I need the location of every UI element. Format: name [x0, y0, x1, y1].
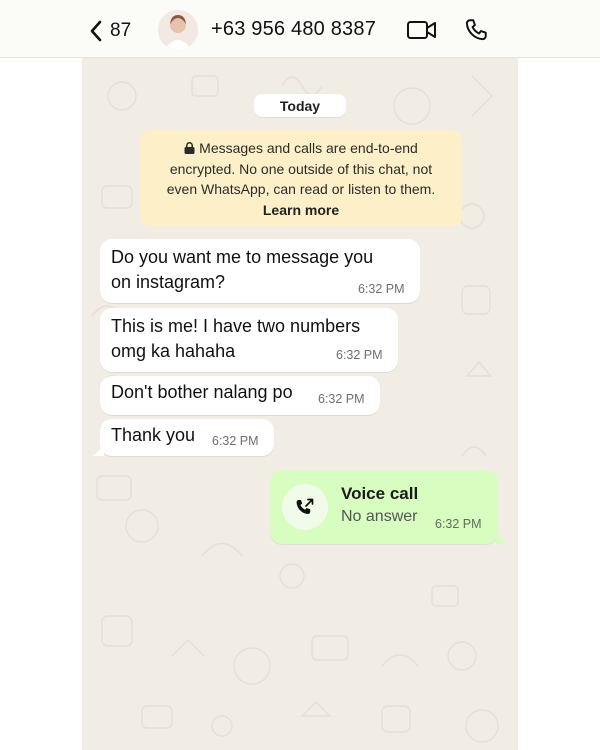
video-call-icon	[407, 21, 436, 39]
chat-header: 87 +63 956 480 8387	[0, 0, 600, 58]
call-time: 6:32 PM	[435, 517, 482, 531]
message-time: 6:32 PM	[336, 348, 383, 362]
chevron-left-icon	[90, 20, 102, 42]
bubble-tail	[92, 442, 104, 456]
learn-more-link[interactable]: Learn more	[152, 200, 450, 221]
call-status: No answer	[341, 508, 418, 525]
message-time: 6:32 PM	[212, 434, 259, 448]
message-text: Don't bother nalang po	[111, 382, 293, 402]
message-bubble[interactable]: Don't bother nalang po 6:32 PM	[100, 376, 380, 415]
contact-name[interactable]: +63 956 480 8387	[211, 18, 376, 41]
avatar-image	[158, 10, 198, 50]
message-bubble[interactable]: Do you want me to message you on instagr…	[100, 239, 420, 303]
bubble-tail	[496, 530, 508, 544]
call-icon-circle	[282, 484, 328, 530]
message-text: on instagram?	[111, 272, 226, 292]
voice-call-button[interactable]	[460, 16, 492, 44]
back-button[interactable]: 87	[88, 14, 131, 48]
message-time: 6:32 PM	[358, 282, 405, 296]
message-bubble[interactable]: Thank you 6:32 PM	[100, 419, 274, 456]
unread-count: 87	[110, 20, 132, 41]
lock-icon	[184, 142, 195, 154]
video-call-button[interactable]	[406, 16, 438, 44]
date-separator: Today	[254, 94, 346, 117]
encryption-notice[interactable]: Messages and calls are end-to-end encryp…	[140, 130, 462, 226]
encryption-line: encrypted. No one outside of this chat, …	[169, 160, 433, 177]
encryption-line: Messages and calls are end-to-end	[199, 140, 418, 156]
message-text: Do you want me to message you	[111, 247, 374, 267]
message-text: This is me! I have two numbers	[111, 316, 361, 336]
call-title: Voice call	[341, 484, 419, 503]
avatar[interactable]	[158, 10, 198, 50]
voice-call-bubble[interactable]: Voice call No answer 6:32 PM	[270, 470, 498, 544]
message-bubble[interactable]: This is me! I have two numbers omg ka ha…	[100, 308, 398, 372]
message-text: Thank you	[111, 425, 196, 445]
phone-icon	[465, 19, 487, 41]
message-time: 6:32 PM	[318, 392, 365, 406]
message-text: omg ka hahaha	[111, 341, 236, 361]
encryption-line: even WhatsApp, can read or listen to the…	[166, 181, 436, 197]
missed-outgoing-call-icon	[296, 498, 314, 515]
